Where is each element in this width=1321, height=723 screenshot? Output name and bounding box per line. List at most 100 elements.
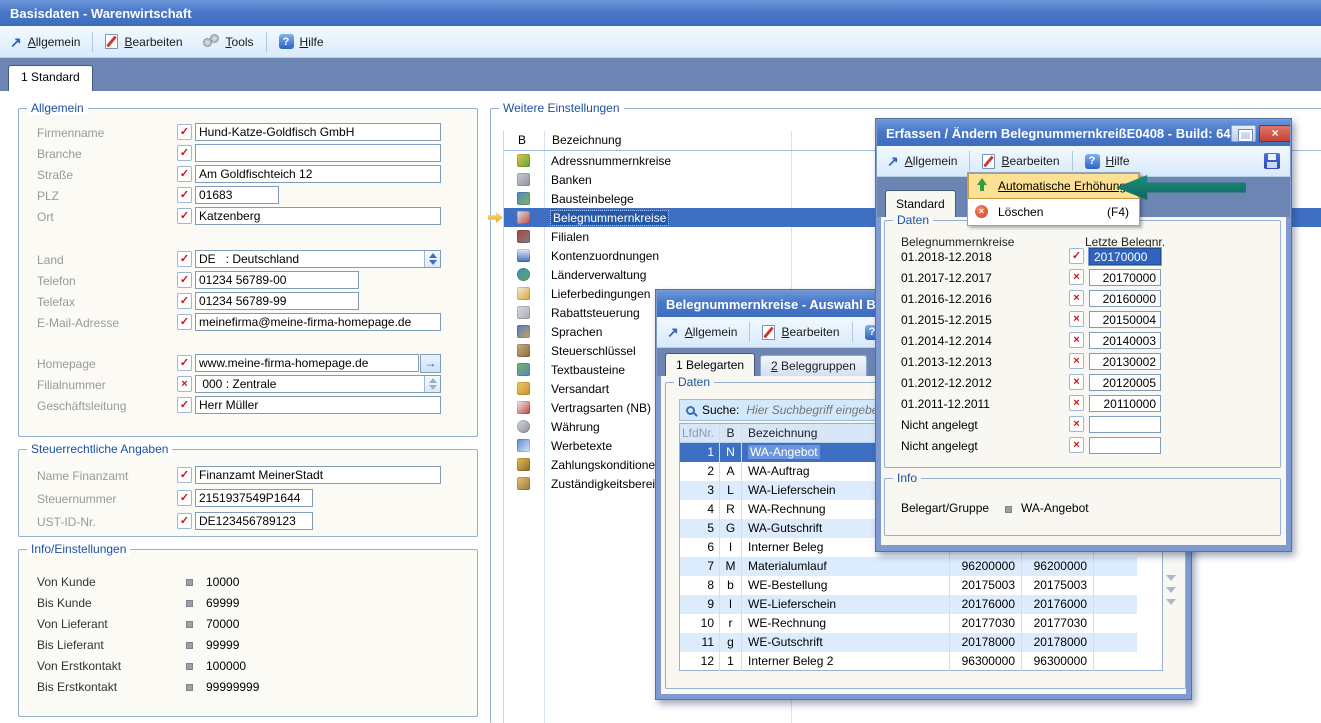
field-status-icon[interactable]: ✓ [177, 272, 192, 288]
tab-standard[interactable]: 1 Standard [8, 65, 93, 91]
field-input[interactable] [195, 292, 359, 310]
belegnr-input[interactable] [1089, 374, 1161, 391]
field-status-icon[interactable]: ✓ [177, 251, 192, 267]
menu-allgemein[interactable]: ↗ Allgemein [0, 30, 90, 54]
bullet-icon [186, 600, 193, 607]
table-row[interactable]: 9 l WE-Lieferschein 20176000 20176000 [680, 595, 1137, 614]
field-status-icon[interactable]: ✓ [177, 397, 192, 413]
field-status-icon[interactable]: × [1069, 269, 1084, 285]
field-status-icon[interactable]: × [1069, 374, 1084, 390]
menu-item-automatische-erhoehung[interactable]: Automatische Erhöhung [968, 173, 1139, 199]
list-item-icon [517, 154, 530, 167]
field-status-icon[interactable]: ✓ [177, 145, 192, 161]
form-field-row: Name Finanzamt ✓ [19, 466, 477, 489]
period-label: Nicht angelegt [901, 418, 978, 432]
field-status-icon[interactable]: × [1069, 290, 1084, 306]
field-input[interactable] [195, 354, 419, 372]
field-label: Branche [37, 147, 82, 161]
field-status-icon[interactable]: ✓ [177, 513, 192, 529]
list-item-icon [517, 458, 530, 471]
field-input[interactable] [195, 466, 441, 484]
menu-bearbeiten[interactable]: Bearbeiten [95, 30, 192, 54]
field-status-icon[interactable]: × [1069, 311, 1084, 327]
table-row[interactable]: 8 b WE-Bestellung 20175003 20175003 [680, 576, 1137, 595]
dialog-erfassen-titlebar: Erfassen / Ändern BelegnummernkreißE0408… [877, 120, 1290, 146]
belegnr-input[interactable] [1089, 416, 1161, 433]
scroll-page-down-icon[interactable] [1166, 587, 1176, 593]
field-status-icon[interactable]: ✓ [177, 166, 192, 182]
spinner-control[interactable] [424, 251, 440, 267]
belegnr-input[interactable] [1089, 311, 1161, 328]
belegnr-input[interactable] [1089, 395, 1161, 412]
open-link-button[interactable]: → [420, 354, 441, 373]
restore-button[interactable] [1231, 125, 1256, 142]
table-row[interactable]: 12 1 Interner Beleg 2 96300000 96300000 [680, 652, 1137, 671]
form-field-row: Telefax ✓ [19, 292, 477, 313]
belegnr-input[interactable] [1089, 290, 1161, 307]
field-status-icon[interactable]: ✓ [177, 187, 192, 203]
field-status-icon[interactable]: ✓ [177, 124, 192, 140]
menu-allgemein[interactable]: ↗ Allgemein [877, 149, 967, 173]
menu-tools[interactable]: Tools [193, 30, 264, 54]
field-input[interactable] [195, 375, 441, 393]
menu-hilfe[interactable]: ? Hilfe [1075, 149, 1140, 173]
tab-beleggruppen[interactable]: 2 Beleggruppen [760, 355, 867, 376]
field-input[interactable] [195, 313, 441, 331]
field-status-icon[interactable]: × [177, 376, 192, 392]
field-status-icon[interactable]: × [1069, 416, 1084, 432]
field-status-icon[interactable]: × [1069, 353, 1084, 369]
menu-bearbeiten[interactable]: Bearbeiten [972, 149, 1069, 173]
scroll-end-icon[interactable] [1166, 599, 1176, 605]
table-row[interactable]: 7 M Materialumlauf 96200000 96200000 [680, 557, 1137, 576]
search-label: Suche: [702, 403, 739, 417]
field-status-icon[interactable]: ✓ [177, 314, 192, 330]
field-status-icon[interactable]: × [1069, 437, 1084, 453]
field-status-icon[interactable]: × [1069, 395, 1084, 411]
spinner-control[interactable] [424, 376, 440, 392]
menu-allgemein[interactable]: ↗ Allgemein [657, 320, 747, 344]
field-input[interactable] [195, 207, 441, 225]
belegnr-input[interactable] [1089, 353, 1161, 370]
menu-bearbeiten[interactable]: Bearbeiten [752, 320, 849, 344]
field-label: PLZ [37, 189, 59, 203]
list-item-label: Zuständigkeitsbereich [551, 477, 668, 491]
menu-hilfe[interactable]: ? Hilfe [269, 30, 334, 54]
menubar-separator [852, 322, 853, 342]
belegnr-input[interactable] [1089, 248, 1161, 265]
form-field-row: Telefon ✓ [19, 271, 477, 292]
field-status-icon[interactable]: ✓ [177, 293, 192, 309]
field-input[interactable] [195, 396, 441, 414]
table-row[interactable]: 11 g WE-Gutschrift 20178000 20178000 [680, 633, 1137, 652]
cell-b: l [720, 595, 742, 614]
tab-belegarten[interactable]: 1 Belegarten [665, 353, 755, 376]
scroll-down-icon[interactable] [1166, 575, 1176, 581]
column-header-lfdnr: LfdNr. [680, 424, 720, 442]
menu-item-loeschen[interactable]: × Löschen (F4) [968, 199, 1139, 225]
close-button[interactable]: × [1259, 125, 1290, 142]
field-status-icon[interactable]: ✓ [177, 208, 192, 224]
field-status-icon[interactable]: × [1069, 332, 1084, 348]
field-input[interactable] [195, 271, 359, 289]
field-status-icon[interactable]: ✓ [177, 467, 192, 483]
field-input[interactable] [195, 123, 441, 141]
field-input[interactable] [195, 489, 313, 507]
field-input[interactable] [195, 186, 279, 204]
field-status-icon[interactable]: ✓ [1069, 248, 1084, 264]
field-input[interactable] [195, 512, 313, 530]
field-input[interactable] [195, 165, 441, 183]
field-status-icon[interactable]: ✓ [177, 490, 192, 506]
field-status-icon[interactable]: ✓ [177, 355, 192, 371]
field-input[interactable] [195, 250, 441, 268]
save-icon[interactable] [1264, 153, 1280, 169]
table-row[interactable]: 10 r WE-Rechnung 20177030 20177030 [680, 614, 1137, 633]
belegnr-input[interactable] [1089, 437, 1161, 454]
field-label: E-Mail-Adresse [37, 316, 119, 330]
nummernkreis-row: 01.2012-12.2012 × [885, 373, 1280, 394]
menubar-separator [266, 32, 267, 52]
group-steuer-legend: Steuerrechtliche Angaben [27, 442, 172, 456]
belegnr-input[interactable] [1089, 269, 1161, 286]
belegnr-input[interactable] [1089, 332, 1161, 349]
form-field-row: UST-ID-Nr. ✓ [19, 512, 477, 535]
cell-lfdnr: 1 [680, 443, 720, 462]
field-input[interactable] [195, 144, 441, 162]
